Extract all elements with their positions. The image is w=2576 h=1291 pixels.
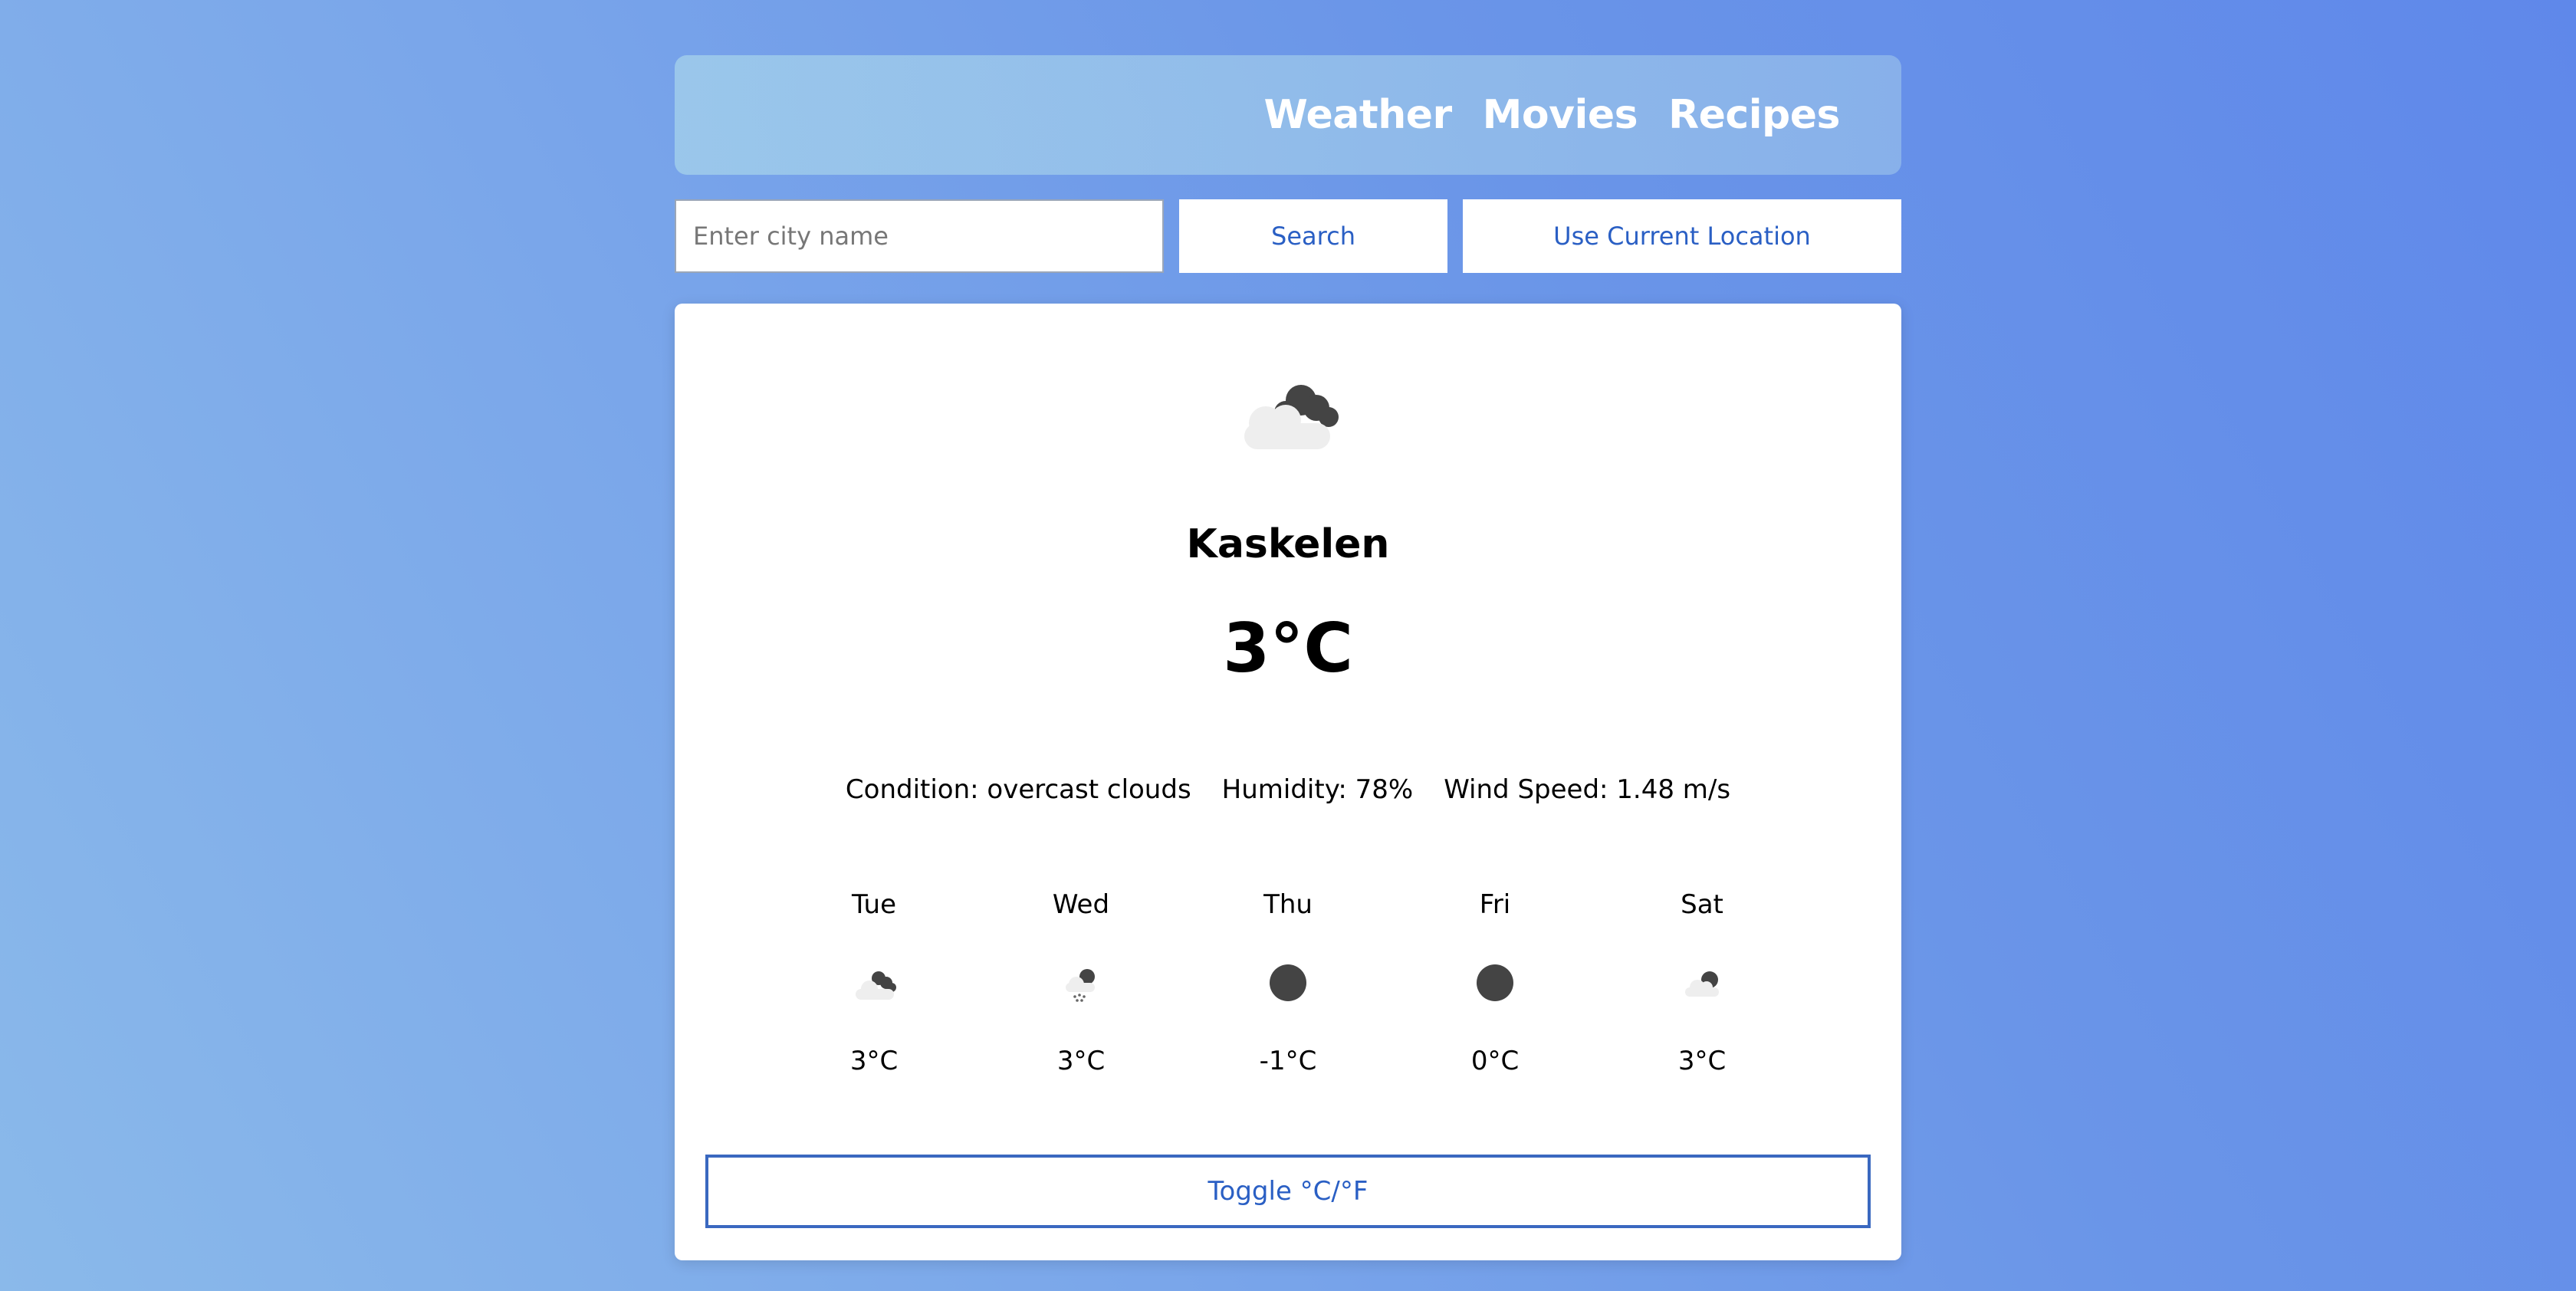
condition-text: Condition: overcast clouds	[845, 774, 1191, 805]
weather-details: Condition: overcast clouds Humidity: 78%…	[675, 774, 1901, 805]
use-current-location-button[interactable]: Use Current Location	[1463, 199, 1901, 273]
forecast-day-name: Wed	[1052, 889, 1110, 920]
nav-link-movies[interactable]: Movies	[1483, 92, 1638, 138]
forecast-day-temp: 3°C	[849, 1046, 899, 1076]
wind-speed-text: Wind Speed: 1.48 m/s	[1444, 774, 1731, 805]
forecast-day-temp: 3°C	[1056, 1046, 1106, 1076]
nav-link-weather[interactable]: Weather	[1264, 92, 1453, 138]
weather-card: Kaskelen 3°C Condition: overcast clouds …	[675, 304, 1901, 1260]
forecast-day: Wed 3°C	[1004, 888, 1158, 1102]
top-navbar: Weather Movies Recipes	[675, 55, 1901, 175]
dark-circle-icon	[1270, 964, 1306, 1001]
city-search-input[interactable]	[675, 199, 1164, 273]
forecast-day-name: Thu	[1263, 889, 1313, 920]
forecast-day-name: Fri	[1479, 889, 1511, 920]
five-day-forecast: Tue 3°C Wed 3°C Thu -1°C Fri 0°C Sat 3°C	[675, 888, 1901, 1102]
search-button[interactable]: Search	[1179, 199, 1447, 273]
current-temperature: 3°C	[1223, 609, 1353, 688]
search-row: Search Use Current Location	[675, 199, 1901, 273]
forecast-day: Fri 0°C	[1418, 888, 1572, 1102]
forecast-day-temp: 0°C	[1470, 1046, 1520, 1076]
toggle-unit-button[interactable]: Toggle °C/°F	[705, 1155, 1871, 1228]
forecast-day-name: Sat	[1681, 889, 1723, 920]
nav-link-recipes[interactable]: Recipes	[1668, 92, 1840, 138]
forecast-day-temp: 3°C	[1677, 1046, 1727, 1076]
forecast-day: Sat 3°C	[1625, 888, 1779, 1102]
dark-circle-icon	[1477, 964, 1513, 1001]
forecast-day: Thu -1°C	[1211, 888, 1365, 1102]
snow-cloud-icon	[1066, 969, 1095, 1002]
forecast-day-name: Tue	[851, 889, 897, 920]
city-name: Kaskelen	[1186, 521, 1390, 567]
overcast-clouds-icon	[856, 971, 896, 1000]
overcast-clouds-icon	[1244, 385, 1339, 449]
humidity-text: Humidity: 78%	[1221, 774, 1414, 805]
broken-clouds-icon	[1685, 971, 1719, 997]
forecast-day-temp: -1°C	[1259, 1046, 1317, 1076]
forecast-day: Tue 3°C	[797, 888, 951, 1102]
